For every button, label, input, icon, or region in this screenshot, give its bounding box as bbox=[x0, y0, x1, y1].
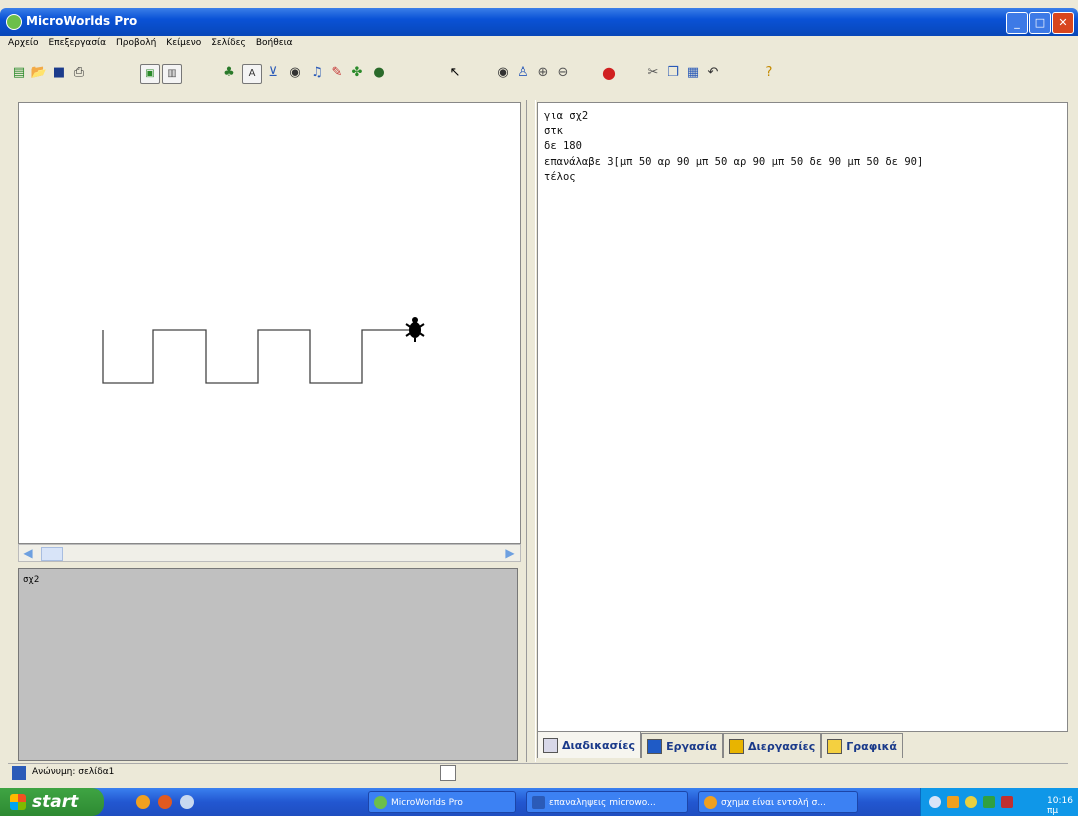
project-tab-icon bbox=[647, 738, 663, 754]
status-toggle-box[interactable] bbox=[440, 765, 456, 781]
task-label: επαναληψεις microwo... bbox=[549, 798, 656, 808]
paste-icon[interactable]: ▦ bbox=[684, 64, 702, 82]
menu-help[interactable]: Βοήθεια bbox=[256, 38, 293, 56]
menu-text[interactable]: Κείμενο bbox=[166, 38, 201, 56]
globe-icon[interactable]: ● bbox=[370, 64, 388, 82]
task-label: σχημα είναι εντολή σ... bbox=[721, 798, 826, 808]
command-text: σχ2 bbox=[23, 575, 40, 585]
tab-project[interactable]: Εργασία bbox=[641, 733, 723, 758]
music-icon[interactable]: ♫ bbox=[308, 64, 326, 82]
status-bar: Ανώνυμη: σελίδα1 bbox=[8, 763, 1068, 782]
minimize-button[interactable]: _ bbox=[1006, 12, 1028, 34]
pen-tool-icon[interactable]: ✎ bbox=[328, 64, 346, 82]
undo-icon[interactable]: ↶ bbox=[704, 64, 722, 82]
tab-procedures[interactable]: Διαδικασίες bbox=[537, 731, 642, 758]
tab-label: Γραφικά bbox=[846, 739, 897, 753]
graphics-tab-icon bbox=[827, 738, 843, 754]
horizontal-scrollbar[interactable]: ◀ ▶ bbox=[18, 544, 521, 562]
page-icon bbox=[12, 766, 26, 780]
network-icon[interactable] bbox=[929, 796, 941, 808]
menu-edit[interactable]: Επεξεργασία bbox=[49, 38, 107, 56]
task-label: MicroWorlds Pro bbox=[391, 798, 463, 808]
new-turtle-icon[interactable]: ♣ bbox=[220, 64, 238, 82]
quicklaunch-browser-icon[interactable] bbox=[136, 795, 150, 809]
menu-view[interactable]: Προβολή bbox=[116, 38, 156, 56]
tab-label: Διαδικασίες bbox=[562, 738, 636, 752]
eye2-icon[interactable]: ◉ bbox=[494, 64, 512, 82]
task-microworlds[interactable]: MicroWorlds Pro bbox=[368, 791, 516, 813]
stop-icon[interactable]: ● bbox=[600, 64, 618, 82]
task-word-doc[interactable]: επαναληψεις microwo... bbox=[526, 791, 688, 813]
volume-icon[interactable] bbox=[1001, 796, 1013, 808]
start-button[interactable]: start bbox=[0, 788, 104, 816]
scroll-thumb[interactable] bbox=[41, 547, 63, 561]
cut-icon[interactable]: ✂ bbox=[644, 64, 662, 82]
title-bar[interactable]: MicroWorlds Pro _ □ ✕ bbox=[0, 8, 1078, 36]
menu-bar: Αρχείο Επεξεργασία Προβολή Κείμενο Σελίδ… bbox=[8, 38, 293, 56]
pane-splitter[interactable] bbox=[526, 100, 536, 762]
security-icon[interactable] bbox=[947, 796, 959, 808]
tab-graphics[interactable]: Γραφικά bbox=[821, 733, 903, 758]
quicklaunch-explorer-icon[interactable] bbox=[180, 795, 194, 809]
hatch-icon[interactable]: ✤ bbox=[348, 64, 366, 82]
drawing-page[interactable] bbox=[18, 102, 521, 544]
zoom-in-icon[interactable]: ⊕ bbox=[534, 64, 552, 82]
procedures-editor[interactable]: για σχ2 στκ δε 180 επανάλαβε 3[μπ 50 αρ … bbox=[537, 102, 1068, 732]
menu-file[interactable]: Αρχείο bbox=[8, 38, 39, 56]
procedure-line: τέλος bbox=[544, 170, 576, 183]
person-icon[interactable]: ♙ bbox=[514, 64, 532, 82]
clock: 10:16 πμ bbox=[1047, 796, 1073, 816]
scroll-right-icon[interactable]: ▶ bbox=[503, 546, 517, 560]
taskbar: start MicroWorlds Pro επαναληψεις microw… bbox=[0, 788, 1078, 816]
window-title: MicroWorlds Pro bbox=[26, 14, 138, 28]
text-box-icon[interactable]: A bbox=[242, 64, 262, 84]
status-text: Ανώνυμη: σελίδα1 bbox=[32, 767, 115, 777]
word-task-icon bbox=[532, 796, 545, 809]
close-button[interactable]: ✕ bbox=[1052, 12, 1074, 34]
scroll-left-icon[interactable]: ◀ bbox=[21, 546, 35, 560]
open-project-icon[interactable]: 📂 bbox=[30, 64, 48, 82]
print-icon[interactable]: ⎙ bbox=[70, 64, 88, 82]
copy-icon[interactable]: ❐ bbox=[664, 64, 682, 82]
new-project-icon[interactable]: ▤ bbox=[10, 64, 28, 82]
system-tray: 10:16 πμ bbox=[920, 788, 1078, 816]
microworlds-app-icon bbox=[6, 14, 22, 30]
editor-tabs: Διαδικασίες Εργασία Διεργασίες Γραφικά bbox=[537, 731, 903, 759]
procedure-line: δε 180 bbox=[544, 140, 582, 153]
windows-logo-icon bbox=[10, 794, 26, 810]
command-center[interactable]: σχ2 bbox=[18, 568, 518, 761]
eye-icon[interactable]: ◉ bbox=[286, 64, 304, 82]
task-browser[interactable]: σχημα είναι εντολή σ... bbox=[698, 791, 858, 813]
processes-tab-icon bbox=[728, 738, 744, 754]
pointer-icon[interactable]: ↖ bbox=[446, 64, 464, 82]
turtle-drawing bbox=[102, 317, 425, 384]
procedures-tab-icon bbox=[543, 737, 558, 753]
antivirus-icon[interactable] bbox=[983, 796, 995, 808]
maximize-button[interactable]: □ bbox=[1029, 12, 1051, 34]
quicklaunch-firefox-icon[interactable] bbox=[158, 795, 172, 809]
tab-processes[interactable]: Διεργασίες bbox=[722, 733, 822, 758]
zoom-out-icon[interactable]: ⊖ bbox=[554, 64, 572, 82]
procedure-line: στκ bbox=[544, 125, 563, 138]
menu-pages[interactable]: Σελίδες bbox=[211, 38, 246, 56]
toolbar: ▤ 📂 ■ ⎙ ▣ ▥ ♣ A ⊻ ◉ ♫ ✎ ✤ ● ↖ ◉ ♙ ⊕ ⊖ ● … bbox=[8, 60, 1068, 88]
app-window: MicroWorlds Pro _ □ ✕ Αρχείο Επεξεργασία… bbox=[0, 0, 1078, 788]
save-project-icon[interactable]: ■ bbox=[50, 64, 68, 82]
microworlds-task-icon bbox=[374, 796, 387, 809]
browser-task-icon bbox=[704, 796, 717, 809]
slider-icon[interactable]: ⊻ bbox=[264, 64, 282, 82]
updates-icon[interactable] bbox=[965, 796, 977, 808]
help-icon[interactable]: ? bbox=[760, 64, 778, 82]
tab-label: Εργασία bbox=[666, 739, 717, 753]
procedure-line: για σχ2 bbox=[544, 110, 589, 122]
tab-label: Διεργασίες bbox=[747, 739, 816, 753]
show-page-icon[interactable]: ▣ bbox=[140, 64, 160, 84]
turtle-path bbox=[102, 329, 411, 384]
show-procedures-icon[interactable]: ▥ bbox=[162, 64, 182, 84]
procedure-line: επανάλαβε 3[μπ 50 αρ 90 μπ 50 αρ 90 μπ 5… bbox=[544, 155, 924, 168]
